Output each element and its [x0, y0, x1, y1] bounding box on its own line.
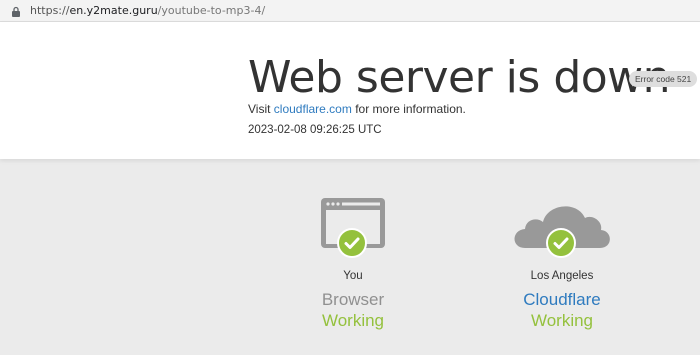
check-icon	[337, 228, 367, 258]
node-name: Browser	[321, 290, 385, 309]
visit-prefix: Visit	[248, 102, 271, 116]
check-icon	[546, 228, 576, 258]
visit-suffix: for more information.	[355, 102, 466, 116]
url-host: en.y2mate.guru	[69, 4, 158, 17]
error-code-badge: Error code 521	[629, 71, 698, 87]
url-path: /youtube-to-mp3-4/	[157, 4, 266, 17]
node-location: You	[343, 270, 363, 282]
cloudflare-link[interactable]: cloudflare.com	[274, 102, 352, 116]
address-bar[interactable]: https://en.y2mate.guru/youtube-to-mp3-4/	[0, 0, 700, 22]
visit-line: Visit cloudflare.com for more informatio…	[248, 102, 466, 116]
node-status: Working	[530, 311, 594, 330]
lock-icon[interactable]	[10, 5, 22, 17]
node-status: Working	[321, 311, 385, 330]
timestamp: 2023-02-08 09:26:25 UTC	[248, 124, 382, 136]
browser-icon	[288, 196, 418, 266]
url-text[interactable]: https://en.y2mate.guru/youtube-to-mp3-4/	[30, 4, 265, 17]
url-scheme: https://	[30, 4, 70, 17]
node-browser: You Browser Working	[288, 196, 418, 331]
cloud-icon	[497, 196, 627, 266]
error-header: Web server is down Error code 521 Visit …	[0, 22, 700, 159]
node-location: Los Angeles	[530, 270, 594, 282]
node-cloudflare: Los Angeles Cloudflare Working	[497, 196, 627, 331]
node-name[interactable]: Cloudflare	[497, 290, 627, 310]
page-title: Web server is down	[248, 52, 671, 103]
